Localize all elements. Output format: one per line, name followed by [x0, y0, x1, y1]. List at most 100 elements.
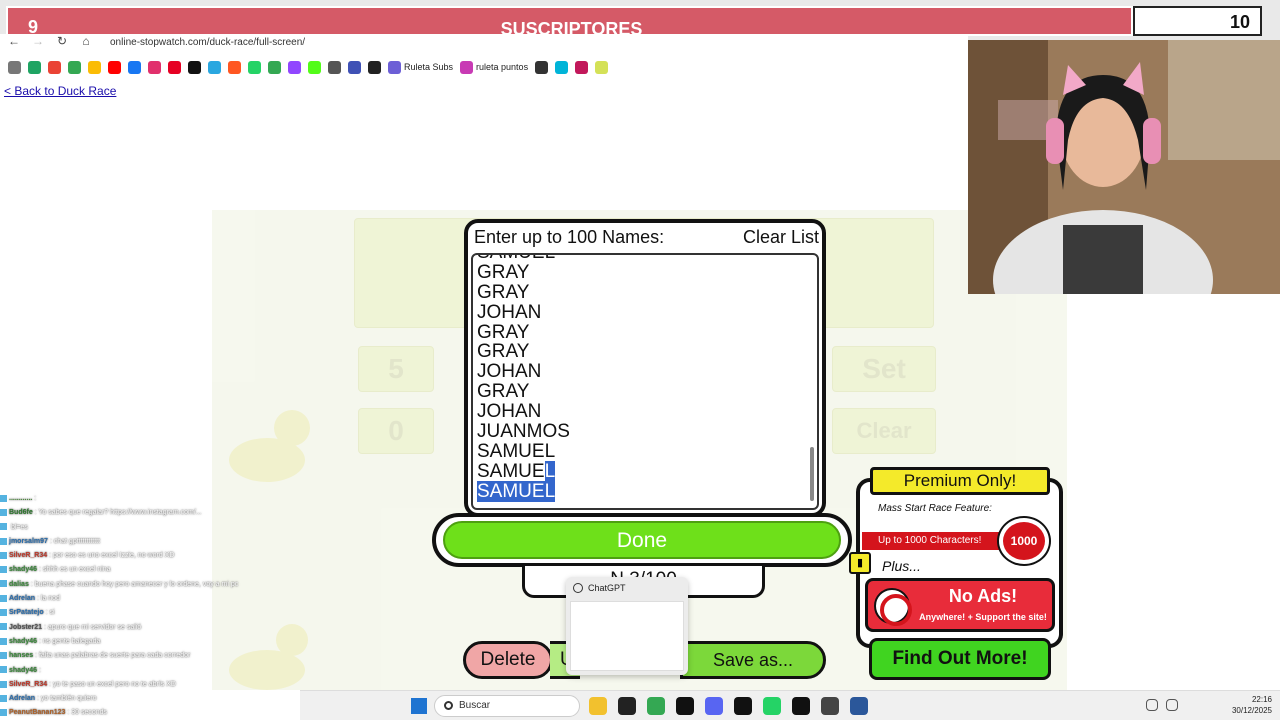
facebook-icon[interactable]: [128, 60, 141, 74]
chat-message: Bud6fe : Yo sabes que regalar? https://w…: [0, 506, 300, 520]
name-entry: GRAY: [477, 321, 530, 343]
chatgpt-icon[interactable]: [618, 697, 636, 715]
bookmark-icon[interactable]: [88, 60, 101, 74]
chatgpt-icon: [573, 583, 583, 593]
bookmark-ruleta-puntos[interactable]: ruleta puntos: [460, 60, 528, 74]
download-icon[interactable]: [348, 60, 361, 74]
reload-icon[interactable]: ↻: [54, 34, 70, 48]
word-icon[interactable]: [850, 697, 868, 715]
file-explorer-icon[interactable]: [589, 697, 607, 715]
selected-text: SAMUEL: [477, 480, 556, 502]
chat-badge-icon: [0, 523, 7, 531]
wifi-icon[interactable]: [1146, 699, 1158, 711]
chat-message: ............ :: [0, 492, 300, 506]
apps-grid-icon[interactable]: [8, 60, 21, 74]
chat-text: bl=es: [9, 523, 28, 531]
pinterest-icon[interactable]: [168, 60, 181, 74]
kick-icon[interactable]: [308, 60, 321, 74]
taskbar-search[interactable]: Buscar: [434, 695, 580, 717]
name-entry: SAMUEL: [477, 440, 556, 462]
chat-text: :: [37, 666, 41, 674]
name-entry-selected: SAMUEL: [477, 480, 777, 502]
forward-arrow-icon[interactable]: →: [30, 34, 46, 48]
obs-icon[interactable]: [821, 697, 839, 715]
whatsapp-icon[interactable]: [763, 697, 781, 715]
windows-taskbar: Buscar 22:16 30/12/2025: [300, 690, 1280, 720]
gmail-icon[interactable]: [48, 60, 61, 74]
discord-icon[interactable]: [705, 697, 723, 715]
youtube-icon[interactable]: [108, 60, 121, 74]
name-entry-text: SAMUE: [477, 460, 545, 482]
chat-username: SilveR_R34: [9, 552, 48, 560]
faded-duck-icon: [229, 410, 310, 482]
home-icon[interactable]: ⌂: [78, 34, 94, 48]
lock-icon: ▮: [849, 552, 871, 574]
names-textarea[interactable]: SAMUEL GRAY GRAY JOHAN GRAY GRAY JOHAN G…: [471, 253, 819, 510]
chat-message: PeanutBanan123 : 30 seconds: [0, 706, 300, 720]
volume-icon[interactable]: [1166, 699, 1178, 711]
modal-title: Enter up to 100 Names:: [474, 227, 665, 247]
chat-badge-icon: [0, 680, 7, 688]
bookmark-icon[interactable]: [535, 60, 549, 74]
done-button[interactable]: Done: [432, 513, 852, 567]
streamer-webcam-image: [968, 40, 1280, 294]
bookmark-icon[interactable]: [595, 60, 609, 74]
no-ads-button[interactable]: No Ads! Anywhere! + Support the site!: [865, 578, 1055, 632]
name-entry: JOHAN: [477, 401, 542, 423]
chat-text: : si: [43, 609, 55, 617]
find-out-more-button[interactable]: Find Out More!: [869, 638, 1051, 680]
clear-list-button[interactable]: Clear List: [743, 227, 819, 248]
chat-text: : por eso es uno excel Izzie, no word XD: [47, 552, 175, 560]
chat-text: : falta unas palabras de suerte para cad…: [33, 652, 191, 660]
bookmark-icon[interactable]: [228, 60, 241, 74]
chat-username: Adrelan: [9, 695, 36, 703]
bookmark-icon[interactable]: [208, 60, 221, 74]
name-entry: GRAY: [477, 281, 530, 303]
bookmark-icon[interactable]: [328, 60, 341, 74]
chat-message: SrPatatejo : si: [0, 606, 300, 620]
bookmark-ruleta-subs[interactable]: Ruleta Subs: [388, 60, 453, 74]
windows-start-icon[interactable]: [411, 698, 427, 714]
bookmark-icon[interactable]: [68, 60, 81, 74]
drive-icon[interactable]: [28, 60, 41, 74]
clock-date: 30/12/2025: [1231, 706, 1272, 715]
bookmark-icon[interactable]: [555, 60, 569, 74]
bookmark-icon[interactable]: [575, 60, 589, 74]
subscriber-progress-bar: 9 SUSCRIPTORES: [6, 6, 1133, 39]
faded-clear-button: Clear: [832, 408, 936, 454]
bookmark-icon[interactable]: [248, 60, 261, 74]
chat-username: shady46: [9, 666, 38, 674]
capcut-icon[interactable]: [676, 697, 694, 715]
back-to-duck-race-link[interactable]: < Back to Duck Race: [4, 84, 116, 98]
chat-message: SilveR_R34 : yo te paso un excel pero no…: [0, 678, 300, 692]
textarea-scrollbar[interactable]: [810, 447, 814, 501]
chat-text: : yo también quiero: [35, 695, 97, 703]
webcam-feed: [968, 40, 1280, 294]
chat-badge-icon: [0, 694, 7, 702]
name-entry-partially-selected: SAMUEL: [477, 460, 777, 482]
characters-bar: Up to 1000 Characters!: [860, 530, 1020, 552]
clock[interactable]: 22:16 30/12/2025: [1232, 694, 1272, 716]
notion-icon[interactable]: [792, 697, 810, 715]
chatgpt-preview-popup[interactable]: ChatGPT: [566, 577, 688, 675]
url-text[interactable]: online-stopwatch.com/duck-race/full-scre…: [110, 37, 305, 48]
chat-username: shady46: [9, 566, 38, 574]
chat-badge-icon: [0, 651, 7, 659]
notion-icon[interactable]: [734, 697, 752, 715]
chatgpt-label: ChatGPT: [588, 583, 626, 593]
bookmark-icon[interactable]: [368, 60, 381, 74]
tiktok-icon[interactable]: [188, 60, 201, 74]
back-arrow-icon[interactable]: ←: [6, 34, 22, 48]
chrome-icon[interactable]: [647, 697, 665, 715]
save-as-button[interactable]: Save as...: [680, 641, 826, 679]
maps-icon[interactable]: [268, 60, 281, 74]
chat-message: Adrelan : yo también quiero: [0, 692, 300, 706]
chat-text: : shhh es un excel nina: [37, 566, 111, 574]
chat-text: : yo te paso un excel pero no te abrís X…: [47, 680, 176, 688]
instagram-icon[interactable]: [148, 60, 161, 74]
delete-button[interactable]: Delete: [463, 641, 553, 679]
chat-text: : apuro que mi servidor se salió: [42, 623, 142, 631]
chat-message: Adrelan : la nod: [0, 592, 300, 606]
chat-message: jmorsalm97 : chat gptttttttttttt: [0, 535, 300, 549]
twitch-icon[interactable]: [288, 60, 301, 74]
